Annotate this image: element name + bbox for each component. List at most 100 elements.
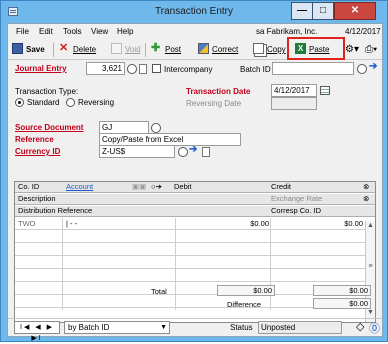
close-button[interactable]: ✕: [334, 2, 376, 20]
grid-expand-icon[interactable]: ⊗: [363, 182, 369, 192]
toolbar-separator: [145, 43, 146, 57]
note-icon[interactable]: ◇: [356, 320, 364, 333]
col-account[interactable]: Account: [66, 182, 93, 192]
menu-help[interactable]: Help: [117, 27, 133, 36]
col-corresp-co-id: Corresp Co. ID: [271, 206, 322, 215]
print-dropdown-icon[interactable]: ⎙▾: [365, 43, 377, 57]
status-bar: I◀ ◀ ▶ ▶I by Batch ID ▼ Status Unposted …: [8, 318, 382, 342]
intercompany-label: Intercompany: [164, 65, 213, 74]
save-button[interactable]: Save: [12, 43, 45, 57]
reversing-label: Reversing: [78, 98, 115, 107]
account-expand-icon[interactable]: ▣▣: [132, 182, 146, 192]
col-exchange-rate: Exchange Rate: [271, 194, 323, 203]
title-bar[interactable]: Transaction Entry — □ ✕: [1, 1, 387, 23]
sort-dropdown-value: by Batch ID: [68, 323, 110, 332]
journal-entry-note-icon[interactable]: [139, 64, 147, 74]
col-credit: Credit: [271, 182, 292, 191]
currency-id-arrow-icon[interactable]: ➔: [189, 144, 197, 155]
void-button[interactable]: Void: [111, 43, 141, 57]
save-icon: [12, 43, 23, 55]
help-icon[interactable]: ⓪: [369, 320, 380, 336]
user-date: 4/12/2017: [345, 27, 381, 36]
post-icon: ✚: [151, 42, 161, 55]
standard-label: Standard: [27, 98, 60, 107]
scroll-down-icon[interactable]: ▼: [366, 309, 375, 316]
grid-header-row-2: Description Exchange Rate ⊗: [15, 194, 375, 205]
company-name: sa Fabrikam, Inc.: [256, 27, 318, 36]
batch-id-field[interactable]: [272, 62, 354, 75]
reference-label: Reference: [15, 135, 54, 144]
currency-id-label: Currency ID: [15, 147, 61, 156]
source-document-lookup-icon[interactable]: [151, 123, 161, 133]
currency-id-field[interactable]: Z-US$: [99, 145, 175, 158]
correct-button[interactable]: Correct: [198, 43, 238, 57]
delete-icon: ✕: [59, 42, 69, 55]
journal-entry-field[interactable]: 3,621: [86, 62, 125, 75]
col-debit: Debit: [174, 182, 192, 191]
transaction-entry-window: Transaction Entry — □ ✕ File Edit Tools …: [0, 0, 388, 342]
total-label: Total: [151, 287, 167, 296]
grid-divider: [175, 218, 176, 310]
status-field: Unposted: [258, 321, 342, 334]
grid-header-row-1: Co. ID Account ▣▣ ○➔ Debit Credit ⊗: [15, 182, 375, 193]
copy-button[interactable]: Copy: [253, 43, 286, 57]
row-credit[interactable]: $0.00: [315, 218, 363, 229]
batch-id-lookup-icon[interactable]: [357, 64, 367, 74]
table-row[interactable]: [15, 244, 365, 256]
reversing-date-label: Reversing Date: [186, 99, 242, 108]
table-row[interactable]: TWO | - - $0.00 $0.00: [15, 218, 365, 230]
scroll-thumb-icon[interactable]: ≡: [366, 263, 375, 270]
difference-label: Difference: [227, 300, 262, 309]
table-row[interactable]: [15, 257, 365, 269]
paste-highlight-box: [287, 37, 345, 60]
delete-button[interactable]: ✕ Delete: [59, 43, 96, 57]
intercompany-checkbox[interactable]: [152, 64, 161, 73]
reversing-radio[interactable]: [66, 98, 75, 107]
table-row[interactable]: [15, 270, 365, 282]
chevron-down-icon: ▼: [160, 324, 167, 331]
difference-field: $0.00: [313, 298, 371, 309]
transaction-date-label: Transaction Date: [186, 87, 251, 96]
calendar-icon[interactable]: [320, 86, 330, 95]
row-account[interactable]: | - -: [66, 218, 77, 229]
table-row[interactable]: [15, 231, 365, 243]
menu-view[interactable]: View: [91, 27, 108, 36]
col-co-id: Co. ID: [18, 182, 40, 191]
row-debit[interactable]: $0.00: [225, 218, 269, 229]
standard-radio[interactable]: [15, 98, 24, 107]
currency-id-lookup-icon[interactable]: [178, 147, 188, 157]
menu-edit[interactable]: Edit: [39, 27, 53, 36]
total-debit-field: $0.00: [217, 285, 275, 296]
scroll-up-icon[interactable]: ▲: [366, 222, 375, 229]
reversing-date-field: [271, 97, 317, 110]
minimize-button[interactable]: —: [291, 2, 313, 20]
total-credit-field: $0.00: [313, 285, 371, 296]
correct-icon: [198, 43, 209, 55]
transaction-date-field[interactable]: 4/12/2017: [271, 84, 317, 97]
void-icon: [111, 43, 122, 55]
menu-tools[interactable]: Tools: [63, 27, 82, 36]
source-document-label: Source Document: [15, 123, 84, 132]
window-client: File Edit Tools View Help sa Fabrikam, I…: [7, 23, 383, 342]
transaction-type-label: Transaction Type:: [15, 87, 79, 96]
grid-divider: [62, 218, 63, 310]
grid-collapse-icon[interactable]: ⊗: [363, 194, 369, 204]
record-navigation[interactable]: I◀ ◀ ▶ ▶I: [14, 321, 60, 342]
post-button[interactable]: ✚ Post: [151, 43, 181, 57]
toolbar-separator: [53, 43, 54, 57]
copy-icon: [253, 43, 264, 55]
status-label: Status: [230, 323, 253, 332]
journal-entry-lookup-icon[interactable]: [127, 64, 137, 74]
currency-id-note-icon[interactable]: [202, 147, 210, 157]
menu-file[interactable]: File: [16, 27, 29, 36]
tools-dropdown-icon[interactable]: ⚙▾: [345, 43, 359, 57]
grid-divider: [270, 218, 271, 310]
grid-header-row-3: Distribution Reference Corresp Co. ID: [15, 206, 375, 217]
maximize-button[interactable]: □: [312, 2, 334, 20]
account-lookup-icon[interactable]: ○➔: [151, 182, 162, 192]
col-distribution-reference: Distribution Reference: [18, 206, 93, 215]
batch-id-arrow-icon[interactable]: ➔: [369, 61, 377, 72]
journal-entry-label: Journal Entry: [15, 64, 67, 73]
sort-dropdown[interactable]: by Batch ID ▼: [64, 321, 170, 334]
row-co-id[interactable]: TWO: [18, 218, 36, 229]
